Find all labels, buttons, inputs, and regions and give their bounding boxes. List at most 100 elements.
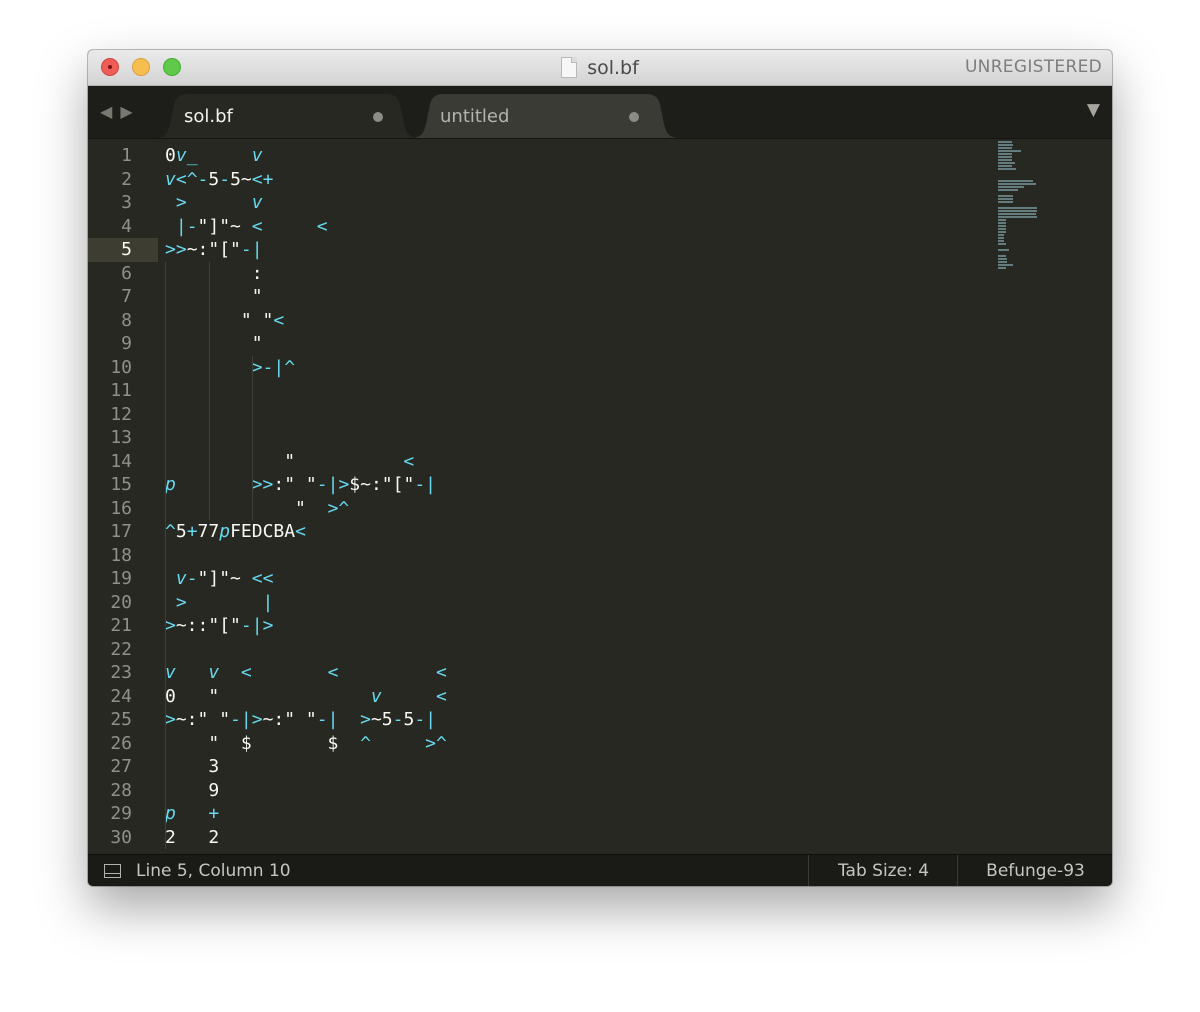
line-number: 28 bbox=[110, 779, 132, 801]
code-line[interactable]: 22 bbox=[88, 638, 998, 662]
code-line[interactable]: 20 > | bbox=[88, 591, 998, 615]
line-number: 4 bbox=[121, 215, 132, 237]
code-line[interactable]: 16 " >^ bbox=[88, 497, 998, 521]
code-line[interactable]: 28 9 bbox=[88, 779, 998, 803]
minimap-line bbox=[998, 222, 1006, 224]
line-number: 25 bbox=[110, 709, 132, 730]
code-text: v v < < < bbox=[165, 662, 447, 683]
code-text: ^5+77pFEDCBA< bbox=[165, 521, 306, 542]
minimap-line bbox=[998, 228, 1006, 230]
code-line[interactable]: 30 2 2 bbox=[88, 826, 998, 850]
code-line[interactable]: 19 v-"]"~ << bbox=[88, 567, 998, 591]
code-text: >-|^ bbox=[251, 356, 296, 378]
code-line[interactable]: 11 bbox=[88, 379, 998, 403]
minimap-line bbox=[998, 267, 1006, 269]
minimap-line bbox=[998, 147, 1012, 149]
code-line[interactable]: 2 v<^-5-5~<+ bbox=[88, 168, 998, 192]
line-number: 12 bbox=[110, 403, 132, 425]
minimap-line bbox=[998, 261, 1007, 263]
code-line[interactable]: 15 p >>:" "-|>$~:"["-| bbox=[88, 473, 998, 497]
line-number: 6 bbox=[121, 262, 132, 284]
line-number: 1 bbox=[121, 145, 132, 166]
code-line[interactable]: 24 0 " v < bbox=[88, 685, 998, 709]
code-line[interactable]: 1 0v_ v bbox=[88, 144, 998, 168]
line-number: 11 bbox=[110, 380, 132, 401]
code-line[interactable]: 7 " bbox=[88, 285, 998, 309]
tab-untitled[interactable]: untitled bbox=[410, 94, 680, 138]
code-line[interactable]: 17 ^5+77pFEDCBA< bbox=[88, 520, 998, 544]
panel-toggle-icon[interactable] bbox=[104, 864, 121, 878]
code-text: 0 " v < bbox=[165, 685, 447, 707]
nav-forward-icon[interactable]: ▶ bbox=[120, 102, 140, 121]
minimap-line bbox=[998, 144, 1013, 146]
indent-guide bbox=[209, 261, 210, 520]
code-text: v<^-5-5~<+ bbox=[165, 168, 274, 190]
code-line[interactable]: 29 p + bbox=[88, 802, 998, 826]
line-number: 19 bbox=[110, 568, 132, 589]
code-text: " bbox=[165, 286, 263, 307]
minimap-line bbox=[998, 153, 1012, 155]
code-editor[interactable]: 1 0v_ v 2 v<^-5-5~<+ 3 > v4 |-"]"~ < <5 >>~:"… bbox=[88, 139, 1112, 854]
line-number: 15 bbox=[110, 474, 132, 495]
line-number: 5 bbox=[121, 239, 132, 260]
tab-size-button[interactable]: Tab Size: 4 bbox=[808, 855, 958, 886]
line-number: 16 bbox=[110, 497, 132, 519]
code-text: v-"]"~ << bbox=[175, 568, 274, 589]
line-number: 20 bbox=[110, 591, 132, 613]
minimap-line bbox=[998, 198, 1013, 200]
tab-nav-arrows[interactable]: ◀▶ bbox=[100, 102, 141, 121]
minimap-line bbox=[998, 216, 1037, 218]
code-text: " < bbox=[165, 450, 415, 472]
line-number: 2 bbox=[121, 168, 132, 190]
line-number: 14 bbox=[110, 450, 132, 472]
line-number: 13 bbox=[110, 427, 132, 448]
code-line[interactable]: 14 " < bbox=[88, 450, 998, 474]
code-text: |-"]"~ < < bbox=[175, 215, 328, 237]
minimap-line bbox=[998, 162, 1015, 164]
line-number: 30 bbox=[110, 826, 132, 848]
code-line[interactable]: 25 >~:" "-|>~:" "-| >~5-5-| bbox=[88, 708, 998, 732]
minimap-line bbox=[998, 165, 1012, 167]
indent-guide bbox=[165, 261, 166, 849]
minimap-line bbox=[998, 249, 1009, 251]
syntax-label: Befunge-93 bbox=[986, 861, 1085, 881]
code-line[interactable]: 26 " $ $ ^ >^ bbox=[88, 732, 998, 756]
cursor-position: Line 5, Column 10 bbox=[136, 861, 291, 881]
minimap-line bbox=[998, 243, 1006, 245]
minimap[interactable] bbox=[998, 139, 1058, 279]
code-text: : bbox=[165, 262, 263, 284]
code-line[interactable]: 27 3 bbox=[88, 755, 998, 779]
code-line[interactable]: 18 bbox=[88, 544, 998, 568]
modified-dot-icon[interactable] bbox=[629, 112, 639, 122]
code-text: " "< bbox=[165, 309, 285, 331]
code-line[interactable]: 3 > v bbox=[88, 191, 998, 215]
code-line[interactable]: 9 " bbox=[88, 332, 998, 356]
code-line[interactable]: 10 >-|^ bbox=[88, 356, 998, 380]
tab-sol-bf[interactable]: sol.bf bbox=[154, 94, 420, 138]
modified-dot-icon[interactable] bbox=[373, 112, 383, 122]
line-number: 26 bbox=[110, 732, 132, 754]
code-line[interactable]: 6 : bbox=[88, 262, 998, 286]
minimap-line bbox=[998, 210, 1037, 212]
title-bar: sol.bf UNREGISTERED bbox=[88, 50, 1112, 86]
line-number: 29 bbox=[110, 803, 132, 824]
editor-window: sol.bf UNREGISTERED ◀▶ untitled sol.bf ▼… bbox=[88, 50, 1112, 886]
line-number: 9 bbox=[121, 333, 132, 354]
line-number: 21 bbox=[110, 615, 132, 636]
code-line[interactable]: 5 >>~:"["-| bbox=[88, 238, 998, 262]
code-text: >~:" "-|>~:" "-| >~5-5-| bbox=[165, 709, 437, 730]
minimap-line bbox=[998, 225, 1006, 227]
code-line[interactable]: 13 bbox=[88, 426, 998, 450]
code-line[interactable]: 23 v v < < < bbox=[88, 661, 998, 685]
tab-label: sol.bf bbox=[184, 105, 233, 127]
tab-label: untitled bbox=[440, 105, 510, 127]
nav-back-icon[interactable]: ◀ bbox=[100, 102, 120, 121]
code-line[interactable]: 8 " "< bbox=[88, 309, 998, 333]
code-line[interactable]: 4 |-"]"~ < < bbox=[88, 215, 998, 239]
syntax-button[interactable]: Befunge-93 bbox=[957, 855, 1112, 886]
code-line[interactable]: 21 >~::"["-|> bbox=[88, 614, 998, 638]
code-line[interactable]: 12 bbox=[88, 403, 998, 427]
code-text: " $ $ ^ >^ bbox=[165, 732, 447, 754]
minimap-line bbox=[998, 186, 1024, 188]
tab-dropdown-icon[interactable]: ▼ bbox=[1087, 100, 1100, 120]
